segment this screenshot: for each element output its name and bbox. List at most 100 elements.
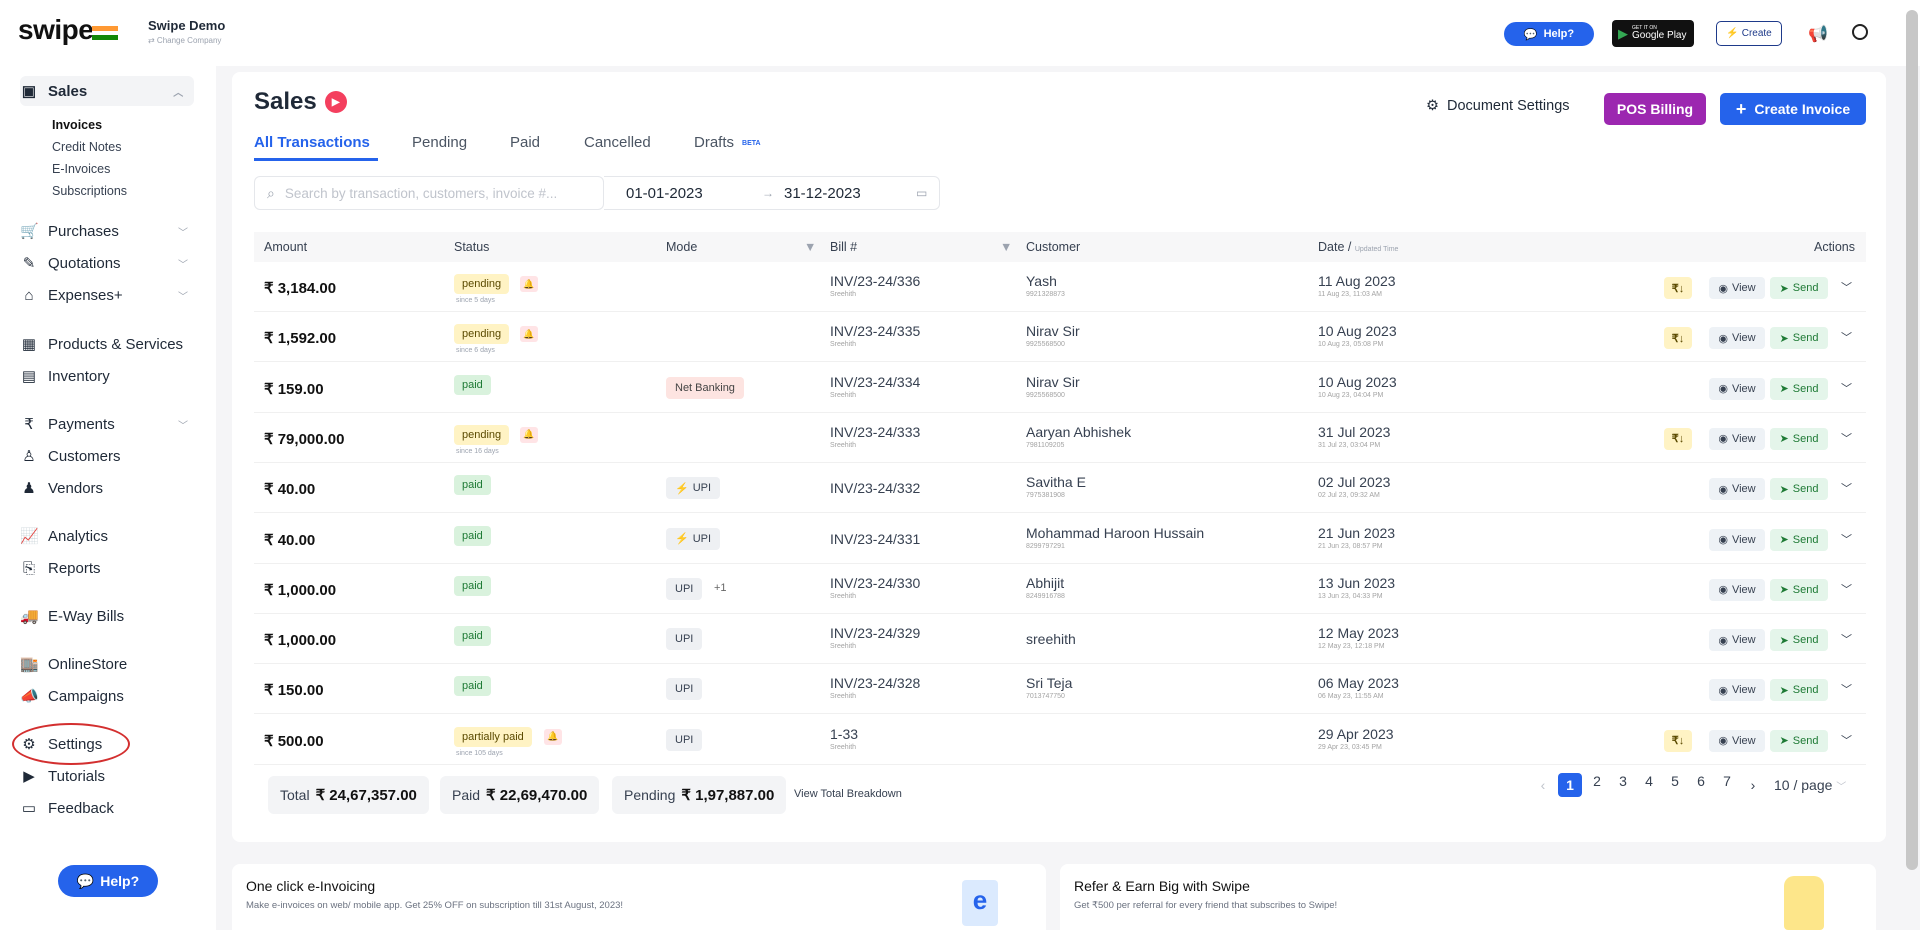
chevron-down-icon[interactable]: ﹀ (1841, 681, 1852, 697)
calendar-icon[interactable]: ▭ (916, 186, 927, 200)
col-mode[interactable]: Mode (666, 240, 697, 254)
sidebar-item-quotations[interactable]: ✎ Quotations (20, 249, 121, 277)
page-3-button[interactable]: 3 (1610, 773, 1636, 797)
customer-cell[interactable]: Nirav Sir 9925568500 (1026, 323, 1080, 348)
table-row[interactable]: ₹ 150.00 paid UPI INV/23-24/328 Sreehith Sri … (254, 664, 1866, 715)
sidebar-item-products[interactable]: ▦ Products & Services (20, 330, 183, 358)
table-row[interactable]: ₹ 159.00 paid Net Banking INV/23-24/334 Sree… (254, 363, 1866, 413)
date-range-picker[interactable]: 01-01-2023 → 31-12-2023 ▭ (604, 176, 940, 210)
chevron-down-icon[interactable]: ﹀ (1841, 430, 1852, 446)
chevron-down-icon[interactable]: ﹀ (1841, 329, 1852, 345)
customer-cell[interactable]: Aaryan Abhishek 7981109205 (1026, 424, 1131, 449)
next-page-icon[interactable]: › (1740, 777, 1766, 793)
sidebar-item-onlinestore[interactable]: 🏬 OnlineStore (20, 650, 127, 678)
customer-cell[interactable]: Mohammad Haroon Hussain 8299797291 (1026, 525, 1204, 550)
sidebar-item-expenses[interactable]: ⌂ Expenses+ (20, 281, 122, 309)
bill-cell[interactable]: INV/23-24/328 Sreehith (830, 675, 920, 700)
document-settings-button[interactable]: ⚙ Document Settings (1426, 98, 1570, 114)
chevron-down-icon[interactable]: ﹀ (1841, 380, 1852, 396)
scrollbar[interactable] (1906, 10, 1918, 870)
page-6-button[interactable]: 6 (1688, 773, 1714, 797)
search-input[interactable] (284, 185, 585, 201)
page-1-button[interactable]: 1 (1558, 773, 1582, 797)
bill-cell[interactable]: 1-33 Sreehith (830, 726, 858, 751)
table-row[interactable]: ₹ 3,184.00 pending 🔔 since 5 days INV/23-24/… (254, 262, 1866, 312)
prev-page-icon[interactable]: ‹ (1530, 777, 1556, 793)
view-button[interactable]: ◉ View (1709, 427, 1765, 450)
sidebar-item-tutorials[interactable]: ▶ Tutorials (20, 762, 105, 790)
view-button[interactable]: ◉ View (1709, 729, 1765, 752)
reminder-bell-icon[interactable]: 🔔 (520, 326, 538, 343)
send-button[interactable]: ➤ Send (1770, 679, 1828, 702)
sidebar-item-sales[interactable]: ▣ Sales ︿ (20, 77, 183, 105)
sidebar-item-campaigns[interactable]: 📣 Campaigns (20, 682, 124, 710)
tab-pending[interactable]: Pending (412, 134, 467, 151)
sidebar-item-vendors[interactable]: ♟ Vendors (20, 474, 103, 502)
play-video-icon[interactable]: ▶ (324, 91, 347, 113)
customer-cell[interactable]: Savitha E 7975381908 (1026, 474, 1086, 499)
filter-icon[interactable]: ▼ (1000, 240, 1012, 254)
record-payment-button[interactable]: ₹↓ (1664, 427, 1692, 450)
sidebar-item-eway-bills[interactable]: 🚚 E-Way Bills (20, 602, 124, 630)
sidebar-item-purchases[interactable]: 🛒 Purchases (20, 217, 119, 245)
table-row[interactable]: ₹ 1,000.00 paid UPI INV/23-24/329 Sreehith sr… (254, 614, 1866, 665)
table-row[interactable]: ₹ 40.00 paid ⚡ UPI INV/23-24/331 Mohammad Har… (254, 514, 1866, 564)
send-button[interactable]: ➤ Send (1770, 729, 1828, 752)
page-4-button[interactable]: 4 (1636, 773, 1662, 797)
send-button[interactable]: ➤ Send (1770, 478, 1828, 501)
page-2-button[interactable]: 2 (1584, 773, 1610, 797)
reminder-bell-icon[interactable]: 🔔 (520, 426, 538, 443)
sidebar-sub-e-invoices[interactable]: E-Invoices (52, 162, 110, 176)
sidebar-item-reports[interactable]: ⎘ Reports (20, 554, 101, 582)
account-icon[interactable] (1852, 24, 1868, 40)
send-button[interactable]: ➤ Send (1770, 578, 1828, 601)
col-amount[interactable]: Amount (264, 240, 307, 254)
chevron-down-icon[interactable]: ﹀ (1841, 531, 1852, 547)
view-button[interactable]: ◉ View (1709, 528, 1765, 551)
tab-drafts[interactable]: Drafts BETA (694, 134, 761, 151)
bill-cell[interactable]: INV/23-24/332 (830, 480, 920, 496)
megaphone-icon[interactable]: 📢 (1808, 24, 1828, 44)
customer-cell[interactable]: sreehith (1026, 631, 1076, 647)
table-row[interactable]: ₹ 40.00 paid ⚡ UPI INV/23-24/332 Savitha E 797… (254, 463, 1866, 514)
table-row[interactable]: ₹ 500.00 partially paid 🔔 since 105 days UPI… (254, 715, 1866, 765)
send-button[interactable]: ➤ Send (1770, 528, 1828, 551)
chevron-down-icon[interactable]: ﹀ (1841, 631, 1852, 647)
col-status[interactable]: Status (454, 240, 489, 254)
view-button[interactable]: ◉ View (1709, 629, 1765, 652)
col-customer[interactable]: Customer (1026, 240, 1080, 254)
view-button[interactable]: ◉ View (1709, 578, 1765, 601)
promo-einvoicing[interactable]: One click e-Invoicing Make e-invoices on… (232, 864, 1046, 930)
customer-cell[interactable]: Nirav Sir 9925568500 (1026, 374, 1080, 399)
view-button[interactable]: ◉ View (1709, 679, 1765, 702)
view-button[interactable]: ◉ View (1709, 377, 1765, 400)
bill-cell[interactable]: INV/23-24/330 Sreehith (830, 575, 920, 600)
table-row[interactable]: ₹ 79,000.00 pending 🔔 since 16 days INV/23-2… (254, 413, 1866, 463)
swipe-logo[interactable]: swipe (18, 14, 94, 46)
col-date[interactable]: Date / Updated Time (1318, 240, 1398, 254)
send-button[interactable]: ➤ Send (1770, 377, 1828, 400)
bill-cell[interactable]: INV/23-24/331 (830, 531, 920, 547)
record-payment-button[interactable]: ₹↓ (1664, 327, 1692, 350)
sidebar-sub-subscriptions[interactable]: Subscriptions (52, 184, 127, 198)
help-button-sidebar[interactable]: 💬 Help? (58, 865, 158, 897)
tab-paid[interactable]: Paid (510, 134, 540, 151)
table-row[interactable]: ₹ 1,592.00 pending 🔔 since 6 days INV/23-24/… (254, 312, 1866, 363)
date-from[interactable]: 01-01-2023 (626, 185, 703, 202)
create-invoice-button[interactable]: + Create Invoice (1720, 93, 1866, 125)
bill-cell[interactable]: INV/23-24/333 Sreehith (830, 424, 920, 449)
record-payment-button[interactable]: ₹↓ (1664, 729, 1692, 752)
page-7-button[interactable]: 7 (1714, 773, 1740, 797)
filter-icon[interactable]: ▼ (804, 240, 816, 254)
change-company-link[interactable]: ⇄ Change Company (148, 36, 225, 45)
page-size-select[interactable]: 10 / page ﹀ (1774, 777, 1846, 793)
chevron-down-icon[interactable]: ﹀ (1841, 480, 1852, 496)
company-switcher[interactable]: Swipe Demo ⇄ Change Company (148, 18, 225, 45)
sidebar-sub-credit-notes[interactable]: Credit Notes (52, 140, 121, 154)
promo-refer-earn[interactable]: Refer & Earn Big with Swipe Get ₹500 per… (1060, 864, 1876, 930)
chevron-down-icon[interactable]: ﹀ (1841, 732, 1852, 748)
table-row[interactable]: ₹ 1,000.00 paid UPI +1 INV/23-24/330 Sreehith… (254, 564, 1866, 614)
bill-cell[interactable]: INV/23-24/329 Sreehith (830, 625, 920, 650)
bill-cell[interactable]: INV/23-24/335 Sreehith (830, 323, 920, 348)
pos-billing-button[interactable]: POS Billing (1604, 93, 1706, 125)
